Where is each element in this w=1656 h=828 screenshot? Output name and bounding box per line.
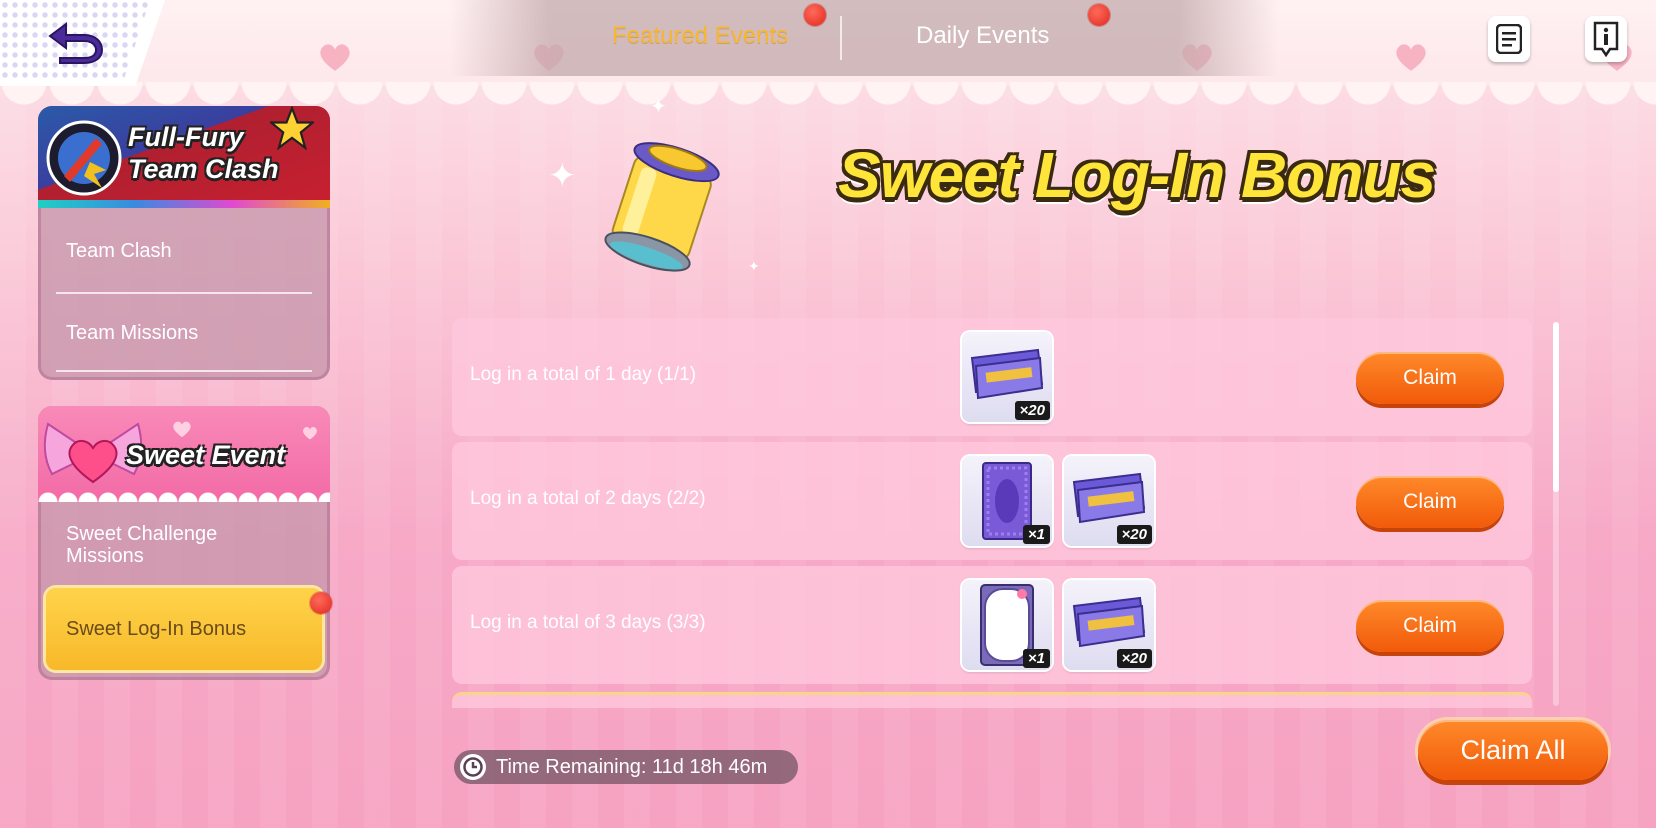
event-banner-sweet[interactable]: Sweet Event [38,406,330,502]
ticket-icon [1072,472,1146,524]
back-arrow-icon [48,22,104,64]
sidebar-item-label: Sweet Log-In Bonus [66,617,247,640]
event-title-sweet: Sweet Event [126,440,286,470]
sidebar-item-team-clash[interactable]: Team Clash [38,208,330,294]
list-button[interactable] [1488,16,1530,62]
mission-text: Log in a total of 2 days (2/2) [470,488,706,509]
reward-item[interactable]: ×20 [962,332,1052,422]
info-button[interactable] [1585,16,1627,62]
notification-dot [310,592,332,614]
info-icon [1593,21,1619,57]
list-item: Log in a total of 2 days (2/2) ×1 ×20 Cl… [452,442,1532,560]
notification-dot [1088,4,1110,26]
tab-featured-events[interactable]: Featured Events [612,22,788,50]
mission-text: Log in a total of 3 days (3/3) [470,612,706,633]
star-icon [270,106,314,150]
sparkle-icon: ✦ [748,258,760,274]
sparkle-icon: ✦ [548,157,577,195]
reward-quantity: ×1 [1022,649,1050,668]
event-card-full-fury: Full-Fury Team Clash Team Clash Team Mis… [38,106,330,380]
reward-item[interactable]: ×1 [962,456,1052,546]
heart-decoration-icon [173,421,191,438]
event-title-line1: Full-Fury [128,122,244,152]
ticket-icon [1072,596,1146,648]
list-item: Log in a total of 3 days (3/3) ×1 ×20 Cl… [452,566,1532,684]
event-title-line2: Team Clash [128,154,279,184]
event-tab-bar: Featured Events Daily Events [450,0,1278,76]
reward-item[interactable]: ×1 [962,580,1052,670]
time-remaining-badge: Time Remaining: 11d 18h 46m [454,750,798,784]
energy-canister-icon [604,142,720,272]
list-item [452,692,1532,708]
event-card-sweet: Sweet Event Sweet Challenge Missions Swe… [38,406,330,680]
list-icon [1496,24,1522,54]
reward-item[interactable]: ×20 [1064,456,1154,546]
notification-dot [804,4,826,26]
time-remaining-text: Time Remaining: 11d 18h 46m [496,755,768,778]
reward-quantity: ×20 [1014,401,1050,420]
list-item: Log in a total of 1 day (1/1) ×20 Claim [452,318,1532,436]
divider [56,370,312,372]
sidebar-item-label: Team Clash [66,239,172,262]
sidebar-item-team-missions[interactable]: Team Missions [38,294,330,372]
mission-list[interactable]: Log in a total of 1 day (1/1) ×20 Claim … [452,318,1532,708]
reward-quantity: ×20 [1116,525,1152,544]
mission-text: Log in a total of 1 day (1/1) [470,364,697,385]
heart-decoration-icon [1394,42,1428,72]
list-scrollbar[interactable] [1553,322,1559,706]
heart-decoration-icon [318,42,352,72]
heart-decoration-icon [303,427,317,440]
scrollbar-thumb[interactable] [1553,322,1559,492]
sidebar-item-label: Team Missions [66,321,199,344]
reward-item[interactable]: ×20 [1064,580,1154,670]
claim-button[interactable]: Claim [1356,352,1504,404]
clock-icon [460,754,486,780]
tab-divider [840,16,842,60]
tab-daily-events[interactable]: Daily Events [916,22,1049,50]
full-fury-emblem-icon [46,120,122,196]
claim-button[interactable]: Claim [1356,476,1504,528]
claim-all-button[interactable]: Claim All [1418,720,1608,780]
sparkle-icon: ✦ [650,96,667,118]
sidebar-item-sweet-log-in-bonus[interactable]: Sweet Log-In Bonus [46,588,322,670]
reward-quantity: ×1 [1022,525,1050,544]
page-title: Sweet Log-In Bonus [838,139,1436,211]
sidebar-item-sweet-challenge-missions[interactable]: Sweet Challenge Missions [38,502,330,588]
reward-quantity: ×20 [1116,649,1152,668]
banner-stripe [38,200,330,208]
claim-button[interactable]: Claim [1356,600,1504,652]
ticket-icon [970,348,1044,400]
event-banner-full-fury[interactable]: Full-Fury Team Clash [38,106,330,208]
sidebar-item-label: Sweet Challenge Missions [66,523,218,567]
